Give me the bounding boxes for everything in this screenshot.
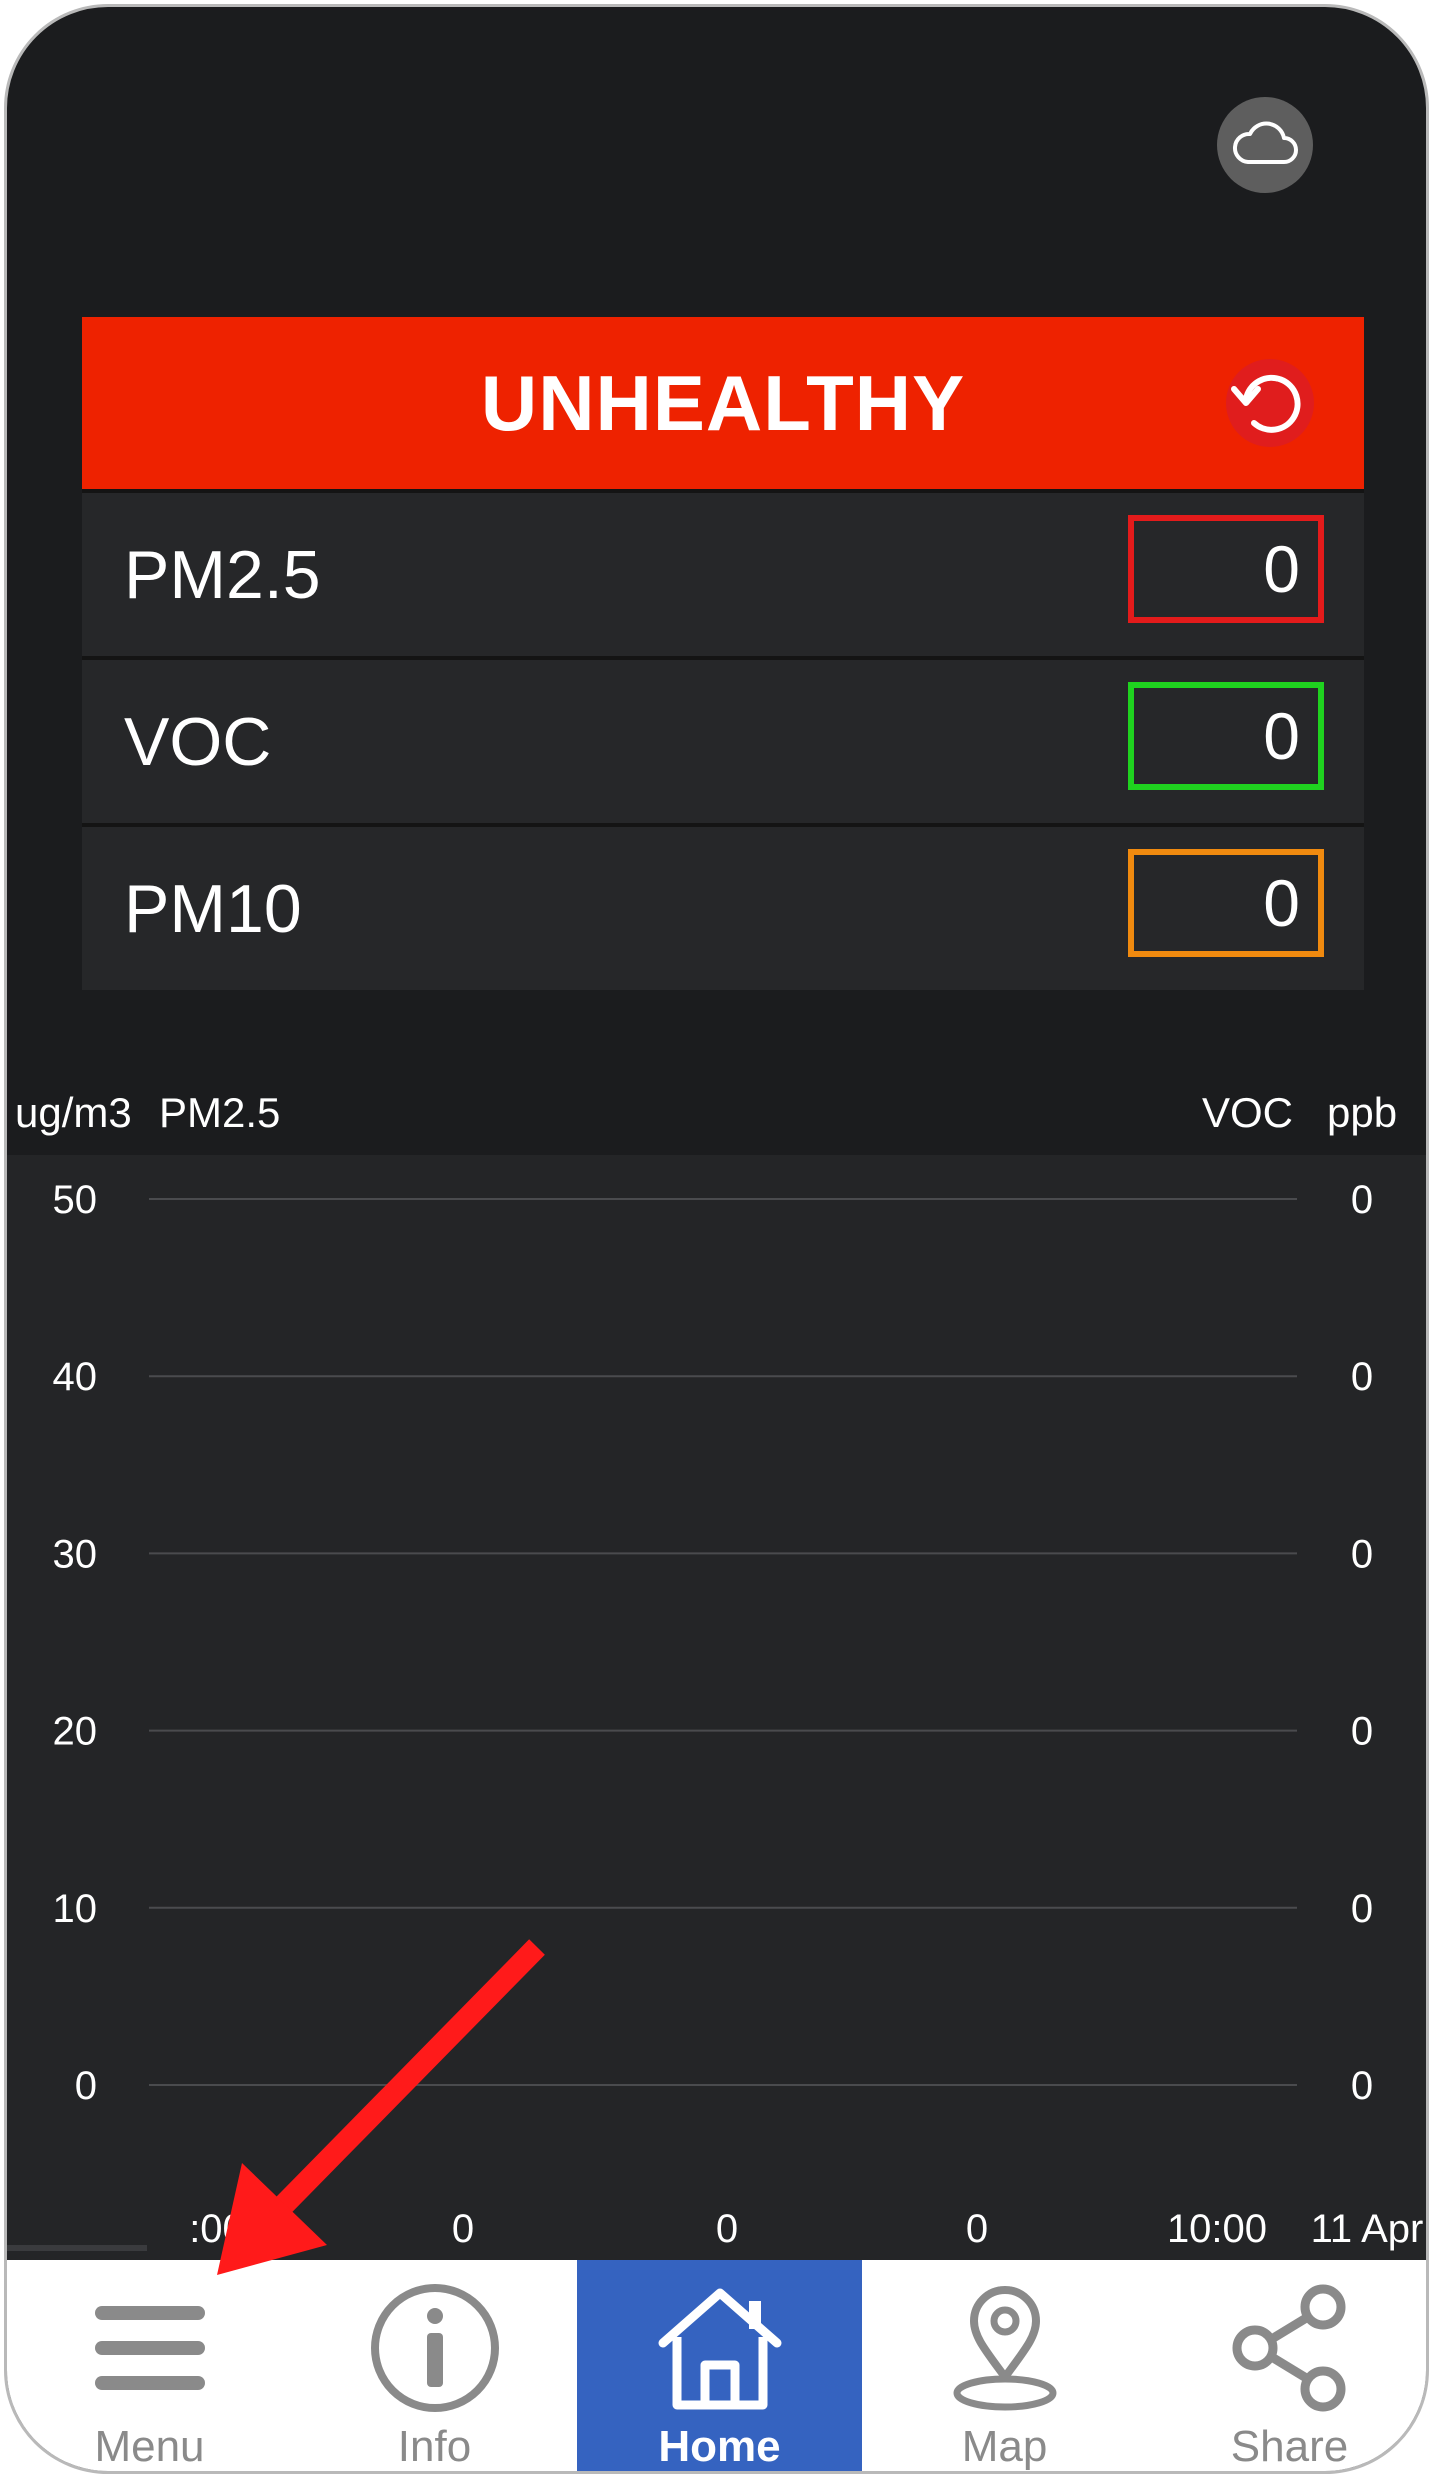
y2-tick-label: 0 <box>1351 1710 1373 1754</box>
y2-tick-label: 0 <box>1351 1355 1373 1399</box>
metric-row-pm25: PM2.5 0 <box>82 489 1364 656</box>
left-axis-unit: ug/m3 <box>15 1089 132 1136</box>
y2-tick-label: 0 <box>1351 2064 1373 2108</box>
x-tick-label: 0 <box>966 2207 988 2251</box>
y-tick-label: 30 <box>53 1532 98 1576</box>
metric-value-box: 0 <box>1128 515 1324 623</box>
y-tick-label: 50 <box>53 1178 98 1222</box>
y-tick-label: 10 <box>53 1887 98 1931</box>
metric-value: 0 <box>1263 866 1300 940</box>
right-axis-series: VOC <box>1202 1089 1294 1136</box>
phone-screen: UNHEALTHY PM2.5 0 VOC 0 PM10 0 ug/m3 PM2… <box>4 4 1429 2474</box>
metric-label: VOC <box>124 703 272 780</box>
cloud-icon <box>1232 118 1298 173</box>
x-tick-label: 10:00 <box>1167 2207 1267 2251</box>
map-pin-icon <box>935 2278 1075 2418</box>
y-tick-label: 40 <box>53 1355 98 1399</box>
metric-label: PM10 <box>124 870 302 947</box>
refresh-icon <box>1222 359 1318 455</box>
bottom-tab-bar: Menu Info Home Map Share <box>7 2260 1426 2471</box>
x-tick-label: 0 <box>716 2207 738 2251</box>
status-header: UNHEALTHY <box>82 317 1364 489</box>
metric-value-box: 0 <box>1128 682 1324 790</box>
info-icon <box>365 2278 505 2418</box>
x-tick-label: 0 <box>452 2207 474 2251</box>
tab-info[interactable]: Info <box>292 2260 577 2471</box>
tab-label: Map <box>961 2422 1048 2471</box>
metric-row-voc: VOC 0 <box>82 656 1364 823</box>
y2-tick-label: 0 <box>1351 1532 1373 1576</box>
metric-label: PM2.5 <box>124 536 321 613</box>
line-chart: 50 0 40 0 30 0 20 0 10 0 0 0 :00 0 0 0 10:00 11 Apr <box>7 1178 1424 2251</box>
right-axis-unit: ppb <box>1327 1089 1398 1136</box>
metric-value: 0 <box>1263 699 1300 773</box>
left-axis-series: PM2.5 <box>159 1089 281 1136</box>
chart-area[interactable]: 50 0 40 0 30 0 20 0 10 0 0 0 :00 0 0 0 10:00 11 Apr <box>7 1155 1426 2260</box>
tab-label: Share <box>1230 2422 1349 2471</box>
x-tick-label: 11 Apr <box>1311 2207 1424 2251</box>
menu-icon <box>80 2278 220 2418</box>
tab-map[interactable]: Map <box>862 2260 1147 2471</box>
home-icon <box>650 2278 790 2418</box>
share-icon <box>1220 2278 1360 2418</box>
tab-label: Menu <box>94 2422 205 2471</box>
y2-tick-label: 0 <box>1351 1887 1373 1931</box>
status-label: UNHEALTHY <box>480 358 966 447</box>
metric-value: 0 <box>1263 532 1300 606</box>
tab-label: Info <box>397 2422 472 2471</box>
refresh-button[interactable] <box>1222 355 1318 451</box>
metric-row-pm10: PM10 0 <box>82 823 1364 990</box>
y-tick-label: 0 <box>75 2064 97 2108</box>
y-tick-label: 20 <box>53 1710 98 1754</box>
metric-value-box: 0 <box>1128 849 1324 957</box>
air-quality-panel: UNHEALTHY PM2.5 0 VOC 0 PM10 0 <box>82 317 1364 990</box>
tab-menu[interactable]: Menu <box>7 2260 292 2471</box>
cloud-sync-button[interactable] <box>1217 97 1313 193</box>
tab-home[interactable]: Home <box>577 2260 862 2471</box>
x-tick-label: :00 <box>189 2207 245 2251</box>
tab-share[interactable]: Share <box>1147 2260 1426 2471</box>
y2-tick-label: 0 <box>1351 1178 1373 1222</box>
tab-label: Home <box>658 2422 781 2471</box>
scroll-indicator <box>7 2245 147 2251</box>
